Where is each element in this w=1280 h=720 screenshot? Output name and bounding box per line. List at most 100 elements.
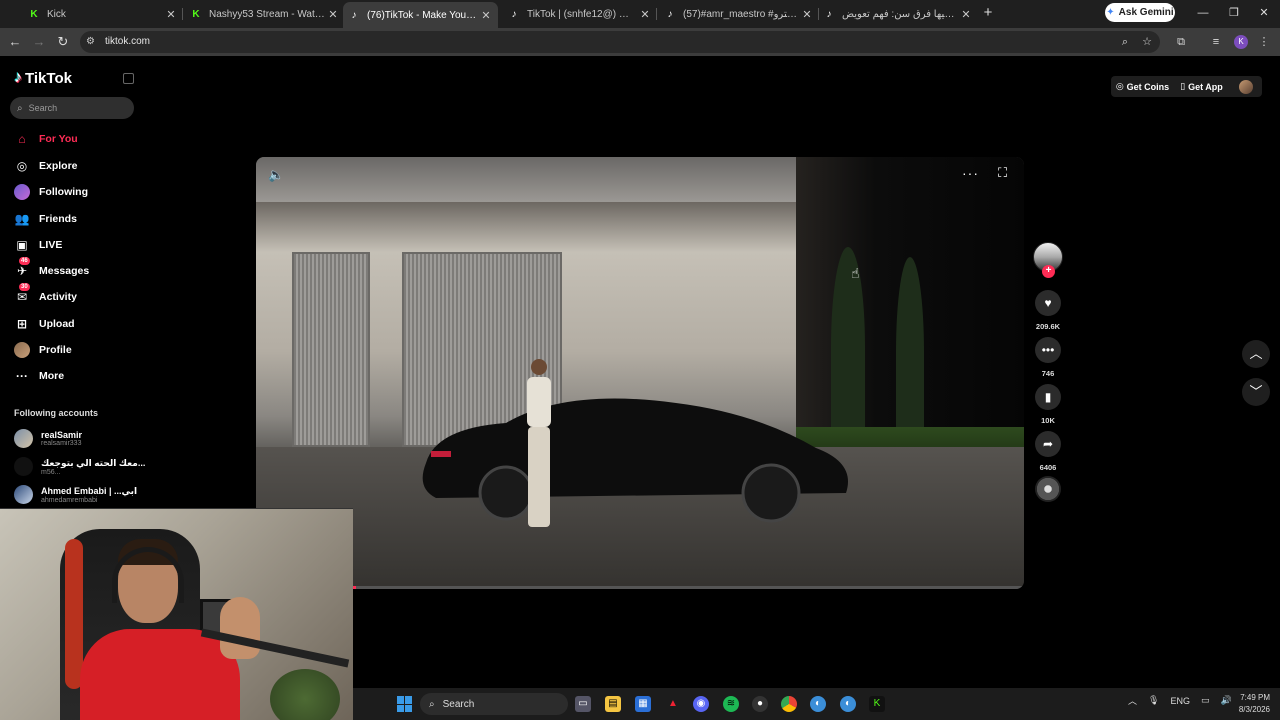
nav-activity[interactable]: ✉ 30 Activity bbox=[14, 283, 77, 306]
collapse-sidebar-icon[interactable] bbox=[123, 73, 134, 84]
close-tab-icon[interactable]: ✕ bbox=[164, 8, 178, 21]
zoom-icon[interactable]: ⌕ bbox=[1117, 34, 1133, 50]
friends-icon: 👥 bbox=[14, 212, 30, 226]
browser-tab[interactable]: K Nashyy53 Stream - Watch Live ✕ bbox=[190, 4, 340, 24]
url-text[interactable]: tiktok.com bbox=[105, 36, 150, 47]
minimize-window-icon[interactable]: — bbox=[1193, 4, 1213, 22]
plant bbox=[270, 669, 340, 720]
comment-count: 746 bbox=[1041, 369, 1055, 378]
activity-badge: 30 bbox=[19, 283, 30, 291]
browser-tab-active[interactable]: ♪ (76)TikTok - Make Your Day ✕ bbox=[343, 2, 498, 28]
bookmark-star-icon[interactable]: ☆ bbox=[1139, 34, 1155, 50]
nav-friends[interactable]: 👥 Friends bbox=[14, 210, 77, 228]
kick-app-icon[interactable]: K bbox=[869, 696, 885, 712]
windows-start-icon[interactable] bbox=[397, 696, 413, 712]
media-controls-icon[interactable]: ≡ bbox=[1208, 34, 1224, 50]
following-account-item[interactable]: Ahmed Embabi | ...ابي ahmedamrembabi bbox=[14, 485, 137, 504]
discord-icon[interactable]: ◉ bbox=[693, 696, 709, 712]
site-info-icon[interactable]: ⚙ bbox=[86, 36, 95, 47]
close-tab-icon[interactable]: ✕ bbox=[479, 9, 493, 22]
ask-gemini-button[interactable]: ✦ Ask Gemini bbox=[1105, 3, 1175, 22]
close-tab-icon[interactable]: ✕ bbox=[800, 8, 814, 21]
close-tab-icon[interactable]: ✕ bbox=[959, 8, 973, 21]
nav-live[interactable]: ▣ LIVE bbox=[14, 236, 62, 254]
following-avatar-icon bbox=[14, 184, 30, 200]
following-accounts-heading: Following accounts bbox=[14, 408, 99, 418]
get-coins-button[interactable]: ◎ Get Coins bbox=[1111, 76, 1174, 97]
live-icon: ▣ bbox=[16, 238, 28, 252]
taskbar-search[interactable]: ⌕ Search bbox=[420, 693, 568, 715]
messages-icon: ✈ 46 bbox=[16, 257, 30, 278]
browser-tab[interactable]: ♪ TikTok | (snhfe12@) 😊💕 شهد ✕ bbox=[508, 4, 652, 24]
nav-label: Friends bbox=[39, 213, 77, 225]
store-icon[interactable]: ▦ bbox=[635, 696, 651, 712]
webcam-overlay bbox=[0, 508, 353, 720]
new-tab-button[interactable]: + bbox=[981, 4, 995, 22]
taskbar-clock[interactable]: 7:49 PM 8/3/2026 bbox=[1226, 692, 1270, 716]
browser-app-icon[interactable]: ◐ bbox=[840, 696, 856, 712]
tab-separator bbox=[182, 8, 183, 20]
music-disc-icon[interactable] bbox=[1035, 476, 1061, 502]
gaming-chair-stripe bbox=[65, 539, 83, 689]
nav-label: Upload bbox=[39, 318, 75, 330]
nav-messages[interactable]: ✈ 46 Messages bbox=[14, 257, 89, 280]
share-arrow-icon: ➦ bbox=[1042, 437, 1054, 451]
nav-more[interactable]: ··· More bbox=[14, 367, 64, 385]
browser-tab[interactable]: ♪ علاقات فيها فرق سن: فهم تعويض ✕ bbox=[823, 4, 973, 24]
nav-for-you[interactable]: ⌂ For You bbox=[14, 130, 77, 148]
video-progress-bar[interactable] bbox=[256, 586, 1024, 589]
browser-app-icon[interactable]: ◐ bbox=[810, 696, 826, 712]
microphone-icon[interactable]: 🎙 bbox=[1148, 695, 1159, 706]
nav-profile[interactable]: Profile bbox=[14, 341, 72, 359]
fullscreen-icon[interactable]: ⛶ bbox=[998, 165, 1007, 181]
extensions-icon[interactable]: ⧉ bbox=[1173, 34, 1189, 50]
previous-video-button[interactable]: ︿ bbox=[1242, 340, 1270, 368]
browser-profile-avatar[interactable]: K bbox=[1234, 35, 1248, 49]
get-app-button[interactable]: ▯ Get App bbox=[1174, 76, 1229, 97]
like-button[interactable]: ♥ bbox=[1035, 290, 1061, 316]
tiktok-logo[interactable]: ♪ TikTok bbox=[14, 69, 72, 87]
share-button[interactable]: ➦ bbox=[1035, 431, 1061, 457]
file-explorer-icon[interactable]: ▤ bbox=[605, 696, 621, 712]
user-avatar[interactable] bbox=[1229, 76, 1262, 97]
search-input[interactable] bbox=[28, 103, 119, 113]
nav-explore[interactable]: ◎ Explore bbox=[14, 157, 78, 175]
spotify-icon[interactable]: ≋ bbox=[723, 696, 739, 712]
monitor-icon[interactable]: ▭ bbox=[1201, 695, 1210, 706]
home-icon: ⌂ bbox=[18, 132, 26, 146]
nav-label: LIVE bbox=[39, 239, 63, 251]
omnibox[interactable] bbox=[80, 31, 1160, 53]
browser-tab-strip: K Kick ✕ K Nashyy53 Stream - Watch Live … bbox=[0, 0, 1280, 28]
close-tab-icon[interactable]: ✕ bbox=[638, 8, 652, 21]
video-player[interactable]: 🔈 ··· ⛶ bbox=[256, 157, 1024, 589]
restore-window-icon[interactable]: ❐ bbox=[1224, 4, 1244, 22]
save-button[interactable]: ▮ bbox=[1035, 384, 1061, 410]
close-window-icon[interactable]: ✕ bbox=[1254, 4, 1274, 22]
browser-tab[interactable]: ♪ (57)#amr_maestro #عمرو_مايسترو ✕ bbox=[664, 4, 814, 24]
following-account-item[interactable]: معك الحته الي بتوجعك... m56... bbox=[14, 457, 145, 476]
chevron-up-icon[interactable]: ︿ bbox=[1128, 694, 1137, 707]
language-indicator[interactable]: ENG bbox=[1170, 696, 1190, 706]
browser-toolbar: ← → ↻ ⚙ tiktok.com ⌕ ☆ ⧉ ≡ K ⋮ bbox=[0, 28, 1280, 56]
logo-text: TikTok bbox=[25, 69, 72, 87]
browser-menu-icon[interactable]: ⋮ bbox=[1256, 34, 1272, 50]
browser-tab[interactable]: K Kick ✕ bbox=[28, 4, 178, 24]
volume-muted-icon[interactable]: 🔈 bbox=[268, 167, 284, 183]
app-icon[interactable]: ▲ bbox=[665, 696, 681, 712]
search-bar[interactable]: ⌕ bbox=[10, 97, 134, 119]
follow-plus-icon[interactable]: + bbox=[1042, 265, 1055, 278]
chrome-icon[interactable] bbox=[781, 696, 797, 712]
comment-button[interactable]: ••• bbox=[1035, 337, 1061, 363]
nav-following[interactable]: Following bbox=[14, 183, 88, 201]
obs-icon[interactable]: ● bbox=[752, 696, 768, 712]
more-options-icon[interactable]: ··· bbox=[962, 165, 979, 181]
more-dots-icon: ··· bbox=[16, 369, 28, 383]
reload-icon[interactable]: ↻ bbox=[54, 33, 72, 51]
forward-icon[interactable]: → bbox=[30, 33, 48, 51]
close-tab-icon[interactable]: ✕ bbox=[326, 8, 340, 21]
following-account-item[interactable]: realSamir realsamir333 bbox=[14, 429, 82, 448]
back-icon[interactable]: ← bbox=[6, 33, 24, 51]
next-video-button[interactable]: ﹀ bbox=[1242, 378, 1270, 406]
nav-upload[interactable]: ⊞ Upload bbox=[14, 315, 75, 333]
task-view-icon[interactable]: ▭ bbox=[575, 696, 591, 712]
